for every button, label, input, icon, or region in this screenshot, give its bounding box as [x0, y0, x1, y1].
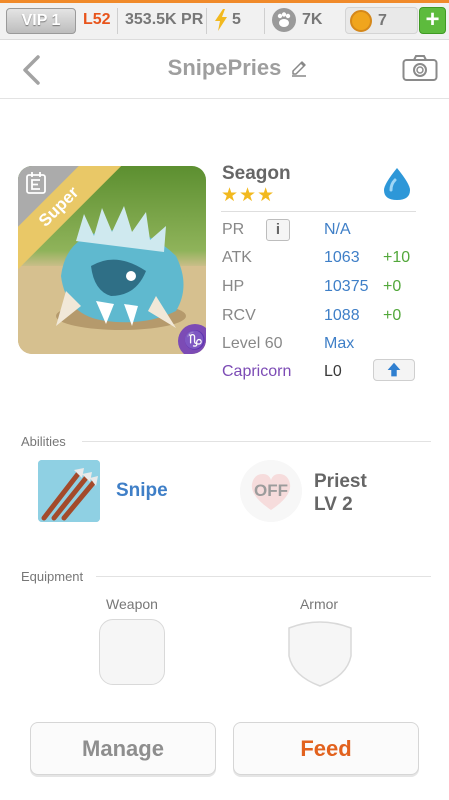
divider: [96, 576, 431, 577]
stat-label: HP: [222, 278, 245, 295]
stat-bonus: +0: [383, 278, 402, 295]
weapon-label: Weapon: [106, 596, 158, 612]
zodiac-level: L0: [324, 363, 342, 380]
stat-value: Max: [324, 335, 355, 352]
monster-name: Seagon: [222, 163, 291, 184]
water-element-icon: [384, 168, 410, 200]
vip-badge[interactable]: VIP 1: [6, 8, 76, 34]
divider: [221, 211, 416, 212]
divider: [117, 8, 118, 34]
camera-icon[interactable]: [402, 54, 438, 82]
primary-ability-name[interactable]: Snipe: [116, 480, 168, 502]
equipment-card-icon: [26, 172, 46, 194]
secondary-ability-name: Priest: [314, 471, 367, 492]
stat-value: 1063: [324, 249, 360, 266]
stat-bonus: +10: [383, 249, 411, 266]
stat-label: PR: [222, 221, 245, 238]
stat-bonus: +0: [383, 307, 402, 324]
gem-coin-icon: [350, 10, 372, 32]
info-button[interactable]: i: [266, 219, 290, 241]
stat-value: 10375: [324, 278, 369, 295]
stat-value: N/A: [324, 221, 351, 238]
capricorn-zodiac-icon: ♑: [178, 324, 206, 354]
resource-bar: VIP 1 L52 353.5K PR 5 7K 7 +: [0, 0, 449, 40]
zodiac-label: Capricorn: [222, 363, 292, 380]
abilities-label: Abilities: [21, 434, 66, 449]
weapon-slot[interactable]: [99, 619, 165, 685]
food-count: 7K: [302, 11, 323, 28]
page-title: SnipePries: [167, 55, 282, 80]
secondary-ability-level: LV 2: [314, 494, 353, 515]
star-rating: ★★★: [221, 185, 276, 206]
arrow-up-icon: [387, 362, 401, 377]
progress-line: [0, 0, 449, 3]
stat-label: ATK: [222, 249, 252, 266]
gem-count: 7: [378, 12, 387, 29]
secondary-ability-state[interactable]: OFF: [240, 481, 302, 501]
player-level: L52: [83, 11, 111, 28]
equipment-label: Equipment: [21, 569, 84, 584]
armor-slot-shield-icon[interactable]: [287, 618, 353, 688]
armor-label: Armor: [299, 596, 339, 612]
paw-icon: [272, 8, 296, 32]
secondary-ability[interactable]: Priest LV 2: [314, 470, 367, 516]
divider: [264, 8, 265, 34]
manage-button[interactable]: Manage: [30, 722, 216, 775]
power-rating: 353.5K PR: [125, 11, 204, 28]
stat-label: Level 60: [222, 335, 283, 352]
edit-pencil-icon[interactable]: [290, 59, 308, 77]
zodiac-upgrade-button[interactable]: [373, 359, 415, 381]
page-header: SnipePries: [0, 41, 449, 99]
add-gems-button[interactable]: +: [419, 7, 446, 34]
divider: [206, 8, 207, 34]
snipe-ability-icon[interactable]: [38, 460, 100, 522]
stat-label: RCV: [222, 307, 256, 324]
feed-button[interactable]: Feed: [233, 722, 419, 775]
stat-value: 1088: [324, 307, 360, 324]
divider: [82, 441, 431, 442]
monster-portrait[interactable]: Super ♑: [18, 166, 206, 354]
energy-count: 5: [232, 11, 241, 28]
energy-bolt-icon: [215, 9, 227, 31]
